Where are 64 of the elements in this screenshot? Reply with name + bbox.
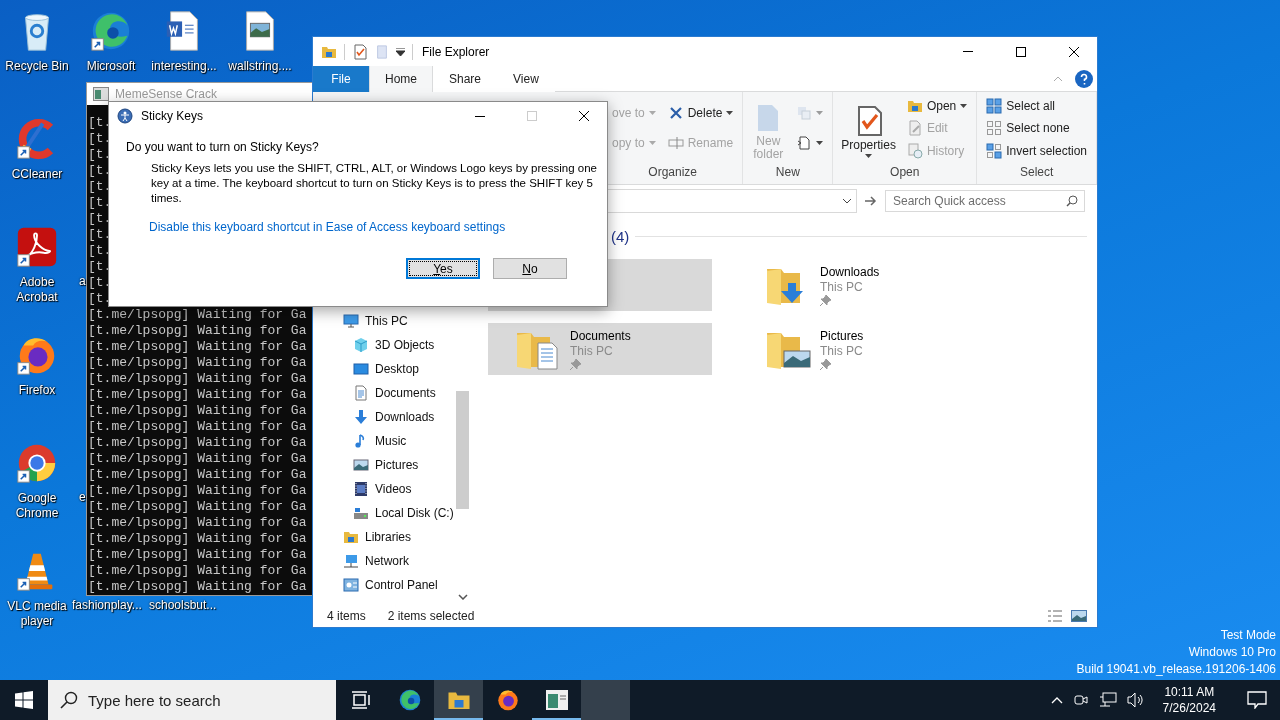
console-line: [t.me/lpsopg] Waiting for Ga (88, 403, 307, 419)
console-line: [t. (88, 115, 112, 131)
group-label: Open (889, 164, 921, 181)
console-line: [t.me/lpsopg] Waiting for Ga (88, 371, 307, 387)
icon-label: CCleaner (11, 167, 63, 182)
system-info-text: Test Mode (1220, 627, 1276, 644)
console-line: [t.me/lpsopg] Waiting for Ga (88, 355, 307, 371)
console-line: [t. (88, 275, 112, 291)
group-label: Organize (647, 164, 699, 181)
console-line: [t. (88, 163, 112, 179)
icon-label: wallstring.... (228, 59, 292, 74)
icon-label: schoolsbut... (149, 598, 217, 613)
item-count: 4 items (327, 608, 366, 623)
console-line: [t. (88, 131, 112, 147)
window-title: File Explorer (422, 44, 490, 59)
console-line: [t. (88, 259, 112, 275)
console-line: [t.me/lpsopg] Waiting for Ga (88, 547, 307, 563)
selection-count: 2 items selected (387, 608, 475, 623)
icon-label: Recycle Bin (5, 59, 69, 74)
console-line: [t.me/lpsopg] Waiting for Ga (88, 483, 307, 499)
window-title: MemeSense Crack (115, 87, 218, 101)
dialog-text: Sticky Keys lets you use the SHIFT, CTRL, ALT, or Windows Logo keys by pressing one key at a time. The keyboard shortcut to turn on Sticky Keys is to press the SHIFT key 5 times. (151, 161, 598, 206)
folder-location: This PC (570, 343, 614, 358)
console-line: [t. (88, 179, 112, 195)
icon-label: Google Chrome (14, 491, 60, 521)
console-line: [t.me/lpsopg] Waiting for Ga (88, 467, 307, 483)
icon-label: a (79, 274, 86, 289)
folder-name: Pictures (820, 328, 864, 343)
console-line: [t.me/lpsopg] Waiting for Ga (88, 307, 307, 323)
console-line: [t. (88, 243, 112, 259)
dialog-question: Do you want to turn on Sticky Keys? (126, 140, 320, 154)
console-line: [t. (88, 291, 112, 307)
console-line: [t.me/lpsopg] Waiting for Ga (88, 499, 307, 515)
folder-location: This PC (820, 343, 864, 358)
icon-label: Adobe Acrobat (15, 275, 59, 305)
icon-label: Firefox (18, 383, 56, 398)
system-info-text: Windows 10 Pro (1188, 644, 1276, 661)
folder-name: Documents (570, 328, 631, 343)
console-line: [t.me/lpsopg] Waiting for Ga (88, 419, 307, 435)
folder-location: This PC (820, 279, 864, 294)
icon-label: Microsoft (86, 59, 136, 74)
dialog-title: Sticky Keys (141, 109, 203, 123)
console-line: [t.me/lpsopg] Waiting for Ga (88, 451, 307, 467)
console-line: [t.me/lpsopg] Waiting for Ga (88, 339, 307, 355)
icon-label: fashionplay... (72, 598, 142, 613)
icon-label: interesting... (151, 59, 217, 74)
console-line: [t. (88, 195, 112, 211)
group-label: New (774, 164, 801, 181)
console-line: [t. (88, 147, 112, 163)
group-label: Select (1018, 164, 1055, 181)
system-info-text: Build 19041.vb_release.191206-1406 (1076, 661, 1276, 678)
console-line: [t. (88, 211, 112, 227)
console-line: [t.me/lpsopg] Waiting for Ga (88, 579, 307, 595)
console-line: [t. (88, 227, 112, 243)
console-line: [t.me/lpsopg] Waiting for Ga (88, 563, 307, 579)
folder-name: Downloads (820, 264, 880, 279)
console-line: [t.me/lpsopg] Waiting for Ga (88, 435, 307, 451)
icon-label: e (79, 490, 86, 505)
console-line: [t.me/lpsopg] Waiting for Ga (88, 323, 307, 339)
console-line: [t.me/lpsopg] Waiting for Ga (88, 387, 307, 403)
console-line: [t.me/lpsopg] Waiting for Ga (88, 531, 307, 547)
icon-label: VLC media player (6, 599, 68, 629)
console-line: [t.me/lpsopg] Waiting for Ga (88, 515, 307, 531)
section-header: (4) (611, 227, 630, 245)
